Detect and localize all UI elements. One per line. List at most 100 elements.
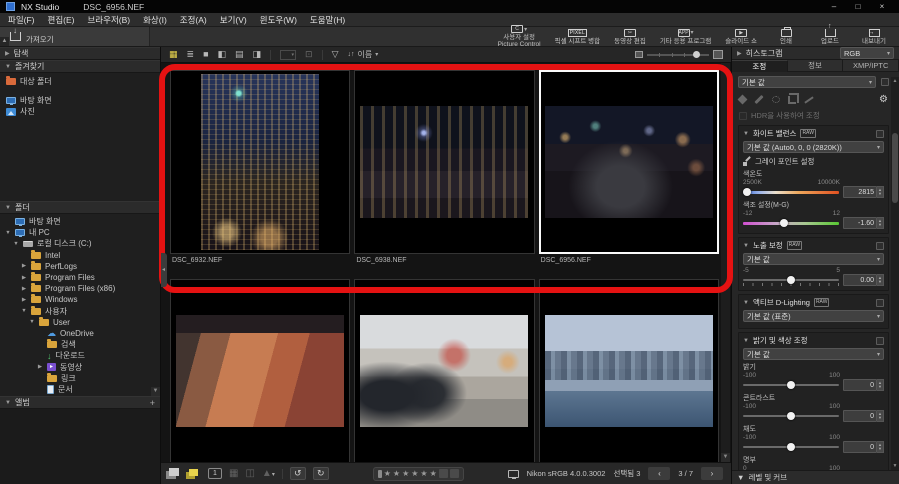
star-icon[interactable]: ★ [411, 469, 418, 478]
brightness-value[interactable]: 0 [843, 379, 877, 391]
brightness-slider[interactable] [743, 384, 839, 386]
scrollbar-thumb[interactable] [892, 133, 898, 203]
star-icon[interactable]: ★ [430, 469, 437, 478]
filter-icon[interactable]: ▽ [332, 50, 339, 59]
label-button[interactable] [439, 469, 448, 478]
compare-images-icon[interactable] [169, 468, 179, 476]
tree-item-desktop[interactable]: 바탕 화면 [0, 216, 160, 227]
split-compare-icon[interactable]: ◫ [245, 469, 254, 479]
spinner-icon[interactable]: ▲▼ [877, 379, 884, 391]
tree-item-perflogs[interactable]: ▶PerfLogs [0, 261, 160, 272]
spinner-icon[interactable]: ▲▼ [877, 186, 884, 198]
thumbnail-frame[interactable] [354, 70, 534, 254]
thumbnail-mode-icon-active[interactable] [189, 469, 198, 476]
histogram-overlay-icon[interactable]: ▲▾ [262, 469, 275, 479]
scroll-up-arrow[interactable]: ▲ [891, 77, 899, 85]
thumbnail-frame[interactable] [539, 279, 719, 462]
adl-preset-select[interactable]: 기본 값 (표준) ▾ [743, 310, 884, 322]
albums-section-header[interactable]: ▼ 앨범 + [0, 396, 160, 409]
white-balance-checkbox[interactable] [876, 130, 884, 138]
thumbnail-scrollbar[interactable]: ▼ [721, 63, 730, 462]
white-balance-header[interactable]: ▼ 화이트 밸런스 RAW [743, 128, 884, 139]
thumbnail-frame[interactable] [354, 279, 534, 462]
thumbnail-cell-6[interactable] [539, 279, 719, 462]
thumbnail-size-slider[interactable] [635, 50, 723, 59]
menu-help[interactable]: 도움말(H) [310, 14, 345, 26]
slider-thumb[interactable] [787, 381, 795, 389]
add-album-button[interactable]: + [150, 398, 155, 408]
navigation-section-header[interactable]: ▶ 탐색 [0, 47, 160, 60]
inspector-scrollbar[interactable]: ▲ ▼ [891, 77, 899, 470]
spinner-icon[interactable]: ▲▼ [877, 410, 884, 422]
thumbnail-cell-1[interactable]: DSC_6932.NEF [170, 70, 350, 267]
white-balance-preset-select[interactable]: 기본 값 (Auto0, 0, 0 (2820K)) ▾ [743, 141, 884, 153]
tree-item-program-files-x86[interactable]: ▶Program Files (x86) [0, 283, 160, 294]
gray-point-button[interactable]: 그레이 포인트 설정 [743, 156, 884, 167]
favorites-section-header[interactable]: ▼ 즐겨찾기 [0, 60, 160, 73]
slideshow-button[interactable]: ▶ 슬라이드 쇼 [725, 28, 757, 46]
spinner-icon[interactable]: ▲▼ [877, 217, 884, 229]
gear-icon[interactable]: ⚙ [879, 94, 888, 105]
tree-item-windows[interactable]: ▶Windows [0, 294, 160, 305]
tab-adjust[interactable]: 조정 [732, 60, 788, 72]
sidebar-collapse-handle[interactable]: ◂ [161, 253, 167, 287]
image-info-view-icon[interactable]: ◧ [218, 50, 227, 59]
size-slider-thumb[interactable] [693, 51, 700, 58]
menu-file[interactable]: 파일(F) [8, 14, 35, 26]
thumbnail-cell-3-selected[interactable]: DSC_6956.NEF [539, 70, 719, 267]
crop-tool-icon[interactable] [788, 96, 796, 104]
rotate-left-button[interactable]: ↺ [290, 467, 306, 480]
upload-button[interactable]: 업로드 [815, 28, 845, 46]
star-icon[interactable]: ★ [402, 469, 409, 478]
scroll-down-arrow[interactable]: ▼ [891, 462, 899, 470]
list-view-icon[interactable]: ≣ [187, 50, 195, 59]
tree-item-links[interactable]: 링크 [0, 373, 160, 384]
import-button[interactable]: 가져오기 [0, 27, 150, 46]
slider-thumb[interactable] [787, 412, 795, 420]
contrast-value[interactable]: 0 [843, 410, 877, 422]
split-view-icon[interactable]: ◨ [253, 50, 262, 59]
close-button[interactable]: × [871, 1, 893, 12]
active-d-lighting-header[interactable]: ▼ 액티브 D-Lighting RAW [743, 297, 884, 308]
brightness-color-header[interactable]: ▼ 밝기 및 색상 조정 [743, 335, 884, 346]
exposure-header[interactable]: ▼ 노출 보정 RAW [743, 240, 884, 251]
tree-item-videos[interactable]: ▶▸동영상 [0, 361, 160, 372]
grid-view-icon[interactable]: ▦ [169, 50, 178, 59]
thumbnail-cell-2[interactable]: DSC_6938.NEF [354, 70, 534, 267]
temp-slider-thumb[interactable] [743, 188, 751, 196]
menu-browser[interactable]: 브라우저(B) [87, 14, 130, 26]
tree-item-user[interactable]: ▼User [0, 317, 160, 328]
contrast-slider[interactable] [743, 415, 839, 417]
star-icon[interactable]: ★ [393, 469, 400, 478]
hdr-adjust-row[interactable]: HDR을 사용하여 조정 [739, 110, 888, 121]
size-slider-track[interactable] [647, 54, 709, 56]
tree-item-local-disk-c[interactable]: ▼로컬 디스크 (C:) [0, 238, 160, 249]
next-image-button[interactable]: › [701, 467, 723, 480]
label-button[interactable] [450, 469, 459, 478]
tree-item-onedrive[interactable]: ☁OneDrive [0, 328, 160, 339]
other-apps-button[interactable]: APP▾ 기타 응용 프로그램 [660, 28, 711, 46]
grid-overlay-icon[interactable]: ▦ [229, 469, 238, 479]
menu-edit[interactable]: 편집(E) [48, 14, 75, 26]
tree-item-downloads[interactable]: ↓다운로드 [0, 350, 160, 361]
tint-value[interactable]: -1.60 [843, 217, 877, 229]
maximize-button[interactable]: □ [847, 1, 869, 12]
tree-item-search[interactable]: 검색 [0, 339, 160, 350]
fit-screen-icon[interactable]: ⊡ [305, 50, 313, 59]
menu-image[interactable]: 화상(I) [143, 14, 167, 26]
minimize-button[interactable]: – [823, 1, 845, 12]
histogram-section-header[interactable]: ▶ 히스토그램 RGB ▾ [732, 47, 899, 60]
hdr-checkbox[interactable] [739, 112, 747, 120]
favorite-item-pictures[interactable]: 사진 [0, 106, 160, 117]
retouch-brush-icon[interactable] [738, 95, 748, 105]
menu-view[interactable]: 보기(V) [220, 14, 247, 26]
histogram-channel-select[interactable]: RGB ▾ [840, 47, 894, 59]
favorite-item-desktop[interactable]: 바탕 화면 [0, 95, 160, 106]
thumbnail-cell-4[interactable] [170, 279, 350, 462]
tree-item-intel[interactable]: Intel [0, 250, 160, 261]
preset-checkbox[interactable] [881, 78, 889, 86]
adjustment-preset-select[interactable]: 기본 값 ▾ [738, 76, 876, 88]
tint-slider[interactable] [743, 222, 839, 225]
menu-window[interactable]: 윈도우(W) [260, 14, 297, 26]
tree-item-program-files[interactable]: ▶Program Files [0, 272, 160, 283]
